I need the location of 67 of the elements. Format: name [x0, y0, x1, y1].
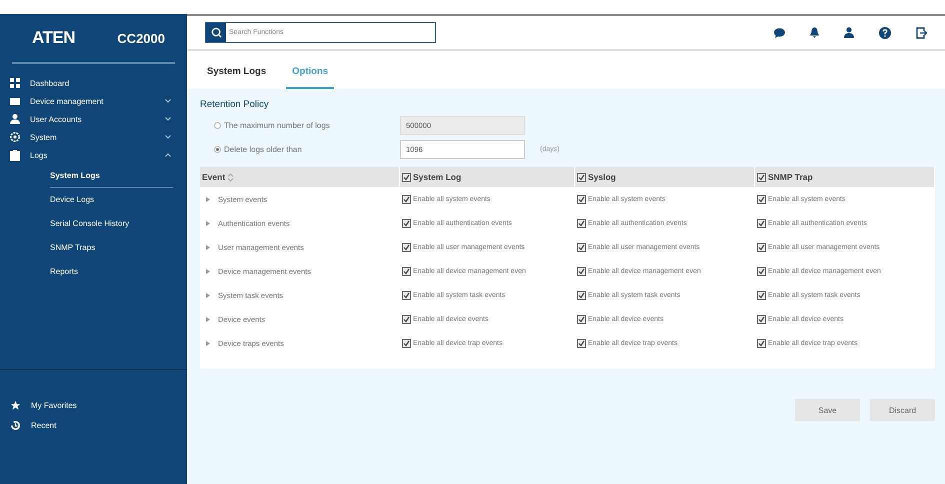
sidebar-subitem[interactable]: Serial Console History	[50, 212, 173, 236]
checkbox[interactable]	[402, 194, 411, 204]
expand-arrow-icon	[206, 340, 210, 346]
gear-icon	[10, 132, 20, 142]
star-icon	[10, 400, 21, 410]
checkbox[interactable]	[402, 266, 411, 276]
checkbox[interactable]	[577, 172, 586, 182]
checkbox[interactable]	[577, 218, 586, 228]
sidebar-item[interactable]: Logs	[0, 146, 187, 164]
sidebar-item[interactable]: Device management	[0, 92, 187, 110]
checkbox[interactable]	[402, 314, 411, 324]
checkbox[interactable]	[577, 242, 586, 252]
bell-icon[interactable]	[810, 27, 819, 38]
sidebar-subitem[interactable]: System Logs	[50, 164, 173, 188]
checkbox[interactable]	[402, 338, 411, 348]
checkbox[interactable]	[577, 290, 586, 300]
grid-icon	[10, 78, 20, 88]
sidebar-item[interactable]: My Favorites	[0, 396, 187, 414]
model-name: CC2000	[117, 30, 165, 46]
checkbox[interactable]	[757, 242, 766, 252]
checkbox[interactable]	[577, 194, 586, 204]
checkbox[interactable]	[757, 172, 766, 182]
checkbox[interactable]	[402, 172, 411, 182]
column-header[interactable]: SNMP Trap	[755, 167, 935, 187]
expand-arrow-icon	[206, 268, 210, 274]
column-header[interactable]: Event	[200, 167, 400, 187]
section-title: Retention Policy	[200, 98, 270, 112]
sidebar-item[interactable]: User Accounts	[0, 110, 187, 128]
expand-arrow-icon	[206, 316, 210, 322]
checkbox[interactable]	[757, 314, 766, 324]
logout-icon[interactable]	[916, 26, 927, 38]
help-icon[interactable]	[879, 26, 891, 38]
sidebar-subitem[interactable]: SNMP Traps	[50, 236, 173, 260]
user-icon	[10, 114, 20, 124]
checkbox[interactable]	[402, 290, 411, 300]
radio-option[interactable]: Delete logs older than	[200, 144, 400, 154]
checkbox[interactable]	[757, 266, 766, 276]
clipboard-icon	[10, 150, 20, 160]
action-button[interactable]: Discard	[870, 399, 935, 421]
expand-arrow-icon	[206, 292, 210, 298]
search-icon[interactable]	[210, 27, 222, 38]
column-header[interactable]: Syslog	[575, 167, 755, 187]
expand-arrow-icon	[206, 244, 210, 250]
sidebar-item[interactable]: Recent	[0, 416, 187, 434]
sidebar-item[interactable]: Dashboard	[0, 74, 187, 92]
history-icon	[10, 420, 21, 430]
sidebar-item[interactable]: System	[0, 128, 187, 146]
checkbox[interactable]	[402, 242, 411, 252]
brand-logo: ATEN	[32, 28, 76, 48]
user-icon[interactable]	[844, 27, 854, 38]
checkbox[interactable]	[402, 218, 411, 228]
checkbox[interactable]	[577, 266, 586, 276]
checkbox[interactable]	[757, 218, 766, 228]
checkbox[interactable]	[757, 290, 766, 300]
checkbox[interactable]	[577, 338, 586, 348]
checkbox[interactable]	[577, 314, 586, 324]
sidebar-subitem[interactable]: Reports	[50, 260, 173, 284]
checkbox[interactable]	[757, 338, 766, 348]
sidebar-subitem[interactable]: Device Logs	[50, 188, 173, 212]
tab[interactable]: System Logs	[201, 66, 272, 89]
column-header[interactable]: System Log	[400, 167, 575, 187]
chat-icon[interactable]	[774, 28, 785, 38]
expand-arrow-icon	[206, 196, 210, 202]
action-button[interactable]: Save	[795, 399, 860, 421]
device-icon	[10, 98, 20, 104]
expand-arrow-icon	[206, 220, 210, 226]
checkbox[interactable]	[757, 194, 766, 204]
